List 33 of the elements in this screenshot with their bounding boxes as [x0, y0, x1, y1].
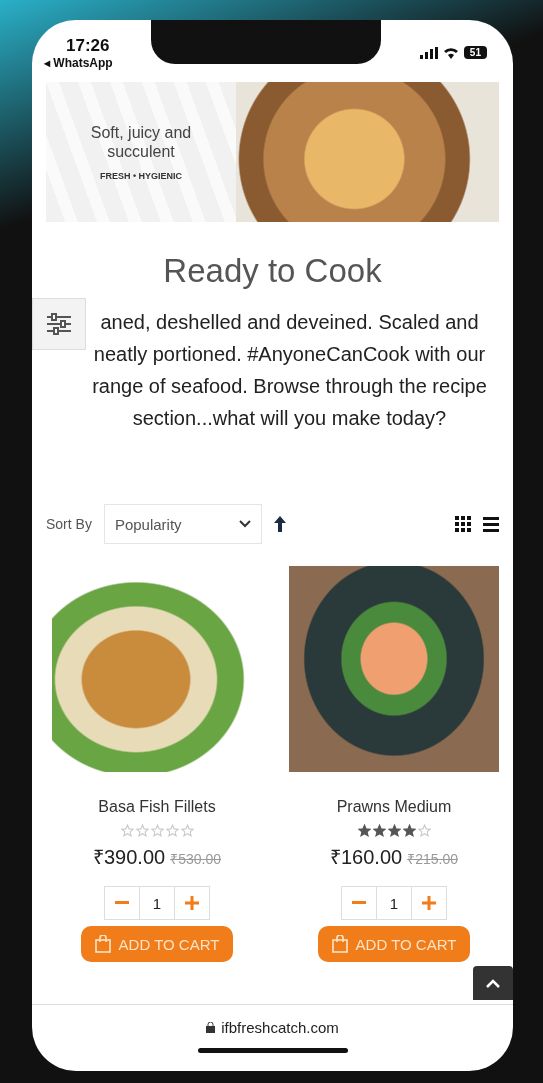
status-time: 17:26: [65, 36, 111, 56]
plus-icon: [185, 896, 199, 910]
filter-sliders-icon: [45, 312, 73, 336]
product-name[interactable]: Basa Fish Fillets: [98, 798, 216, 816]
shopping-bag-icon: [331, 935, 348, 953]
original-price: ₹215.00: [407, 850, 458, 868]
lock-icon: [206, 1022, 216, 1033]
back-to-app-link[interactable]: ◂ WhatsApp: [44, 56, 113, 70]
banner-tagline: FRESH • HYGIENIC: [99, 171, 183, 182]
original-price: ₹530.00: [170, 850, 221, 868]
product-price: ₹160.00: [330, 845, 403, 870]
sort-dropdown[interactable]: Popularity: [103, 504, 262, 544]
product-name[interactable]: Prawns Medium: [336, 798, 452, 816]
sort-label: Sort By: [46, 516, 92, 532]
page-title: Ready to Cook: [162, 252, 383, 290]
chevron-up-icon: [486, 978, 500, 988]
page-description: aned, deshelled and deveined. Scaled and neatly portioned. #AnyoneCanCook with our range of seafood. Browse through the recipe section...what will you make today?: [91, 310, 488, 431]
sort-direction-arrow-icon[interactable]: [273, 516, 286, 532]
grid-view-icon[interactable]: [455, 516, 471, 532]
scroll-to-top-button[interactable]: [473, 966, 513, 1000]
plus-icon: [422, 896, 436, 910]
address-bar[interactable]: ifbfreshcatch.com: [32, 1004, 513, 1036]
filter-button[interactable]: [32, 298, 86, 350]
shopping-bag-icon: [94, 935, 111, 953]
banner-headline: Soft, juicy and succulent: [89, 122, 193, 162]
chevron-down-icon: [238, 520, 251, 528]
minus-icon: [115, 901, 129, 905]
battery-indicator: 51: [463, 46, 487, 59]
signal-icon: [419, 46, 438, 59]
wifi-icon: [442, 46, 459, 59]
list-view-icon[interactable]: [483, 516, 499, 532]
product-price: ₹390.00: [93, 845, 166, 870]
minus-icon: [352, 901, 366, 905]
